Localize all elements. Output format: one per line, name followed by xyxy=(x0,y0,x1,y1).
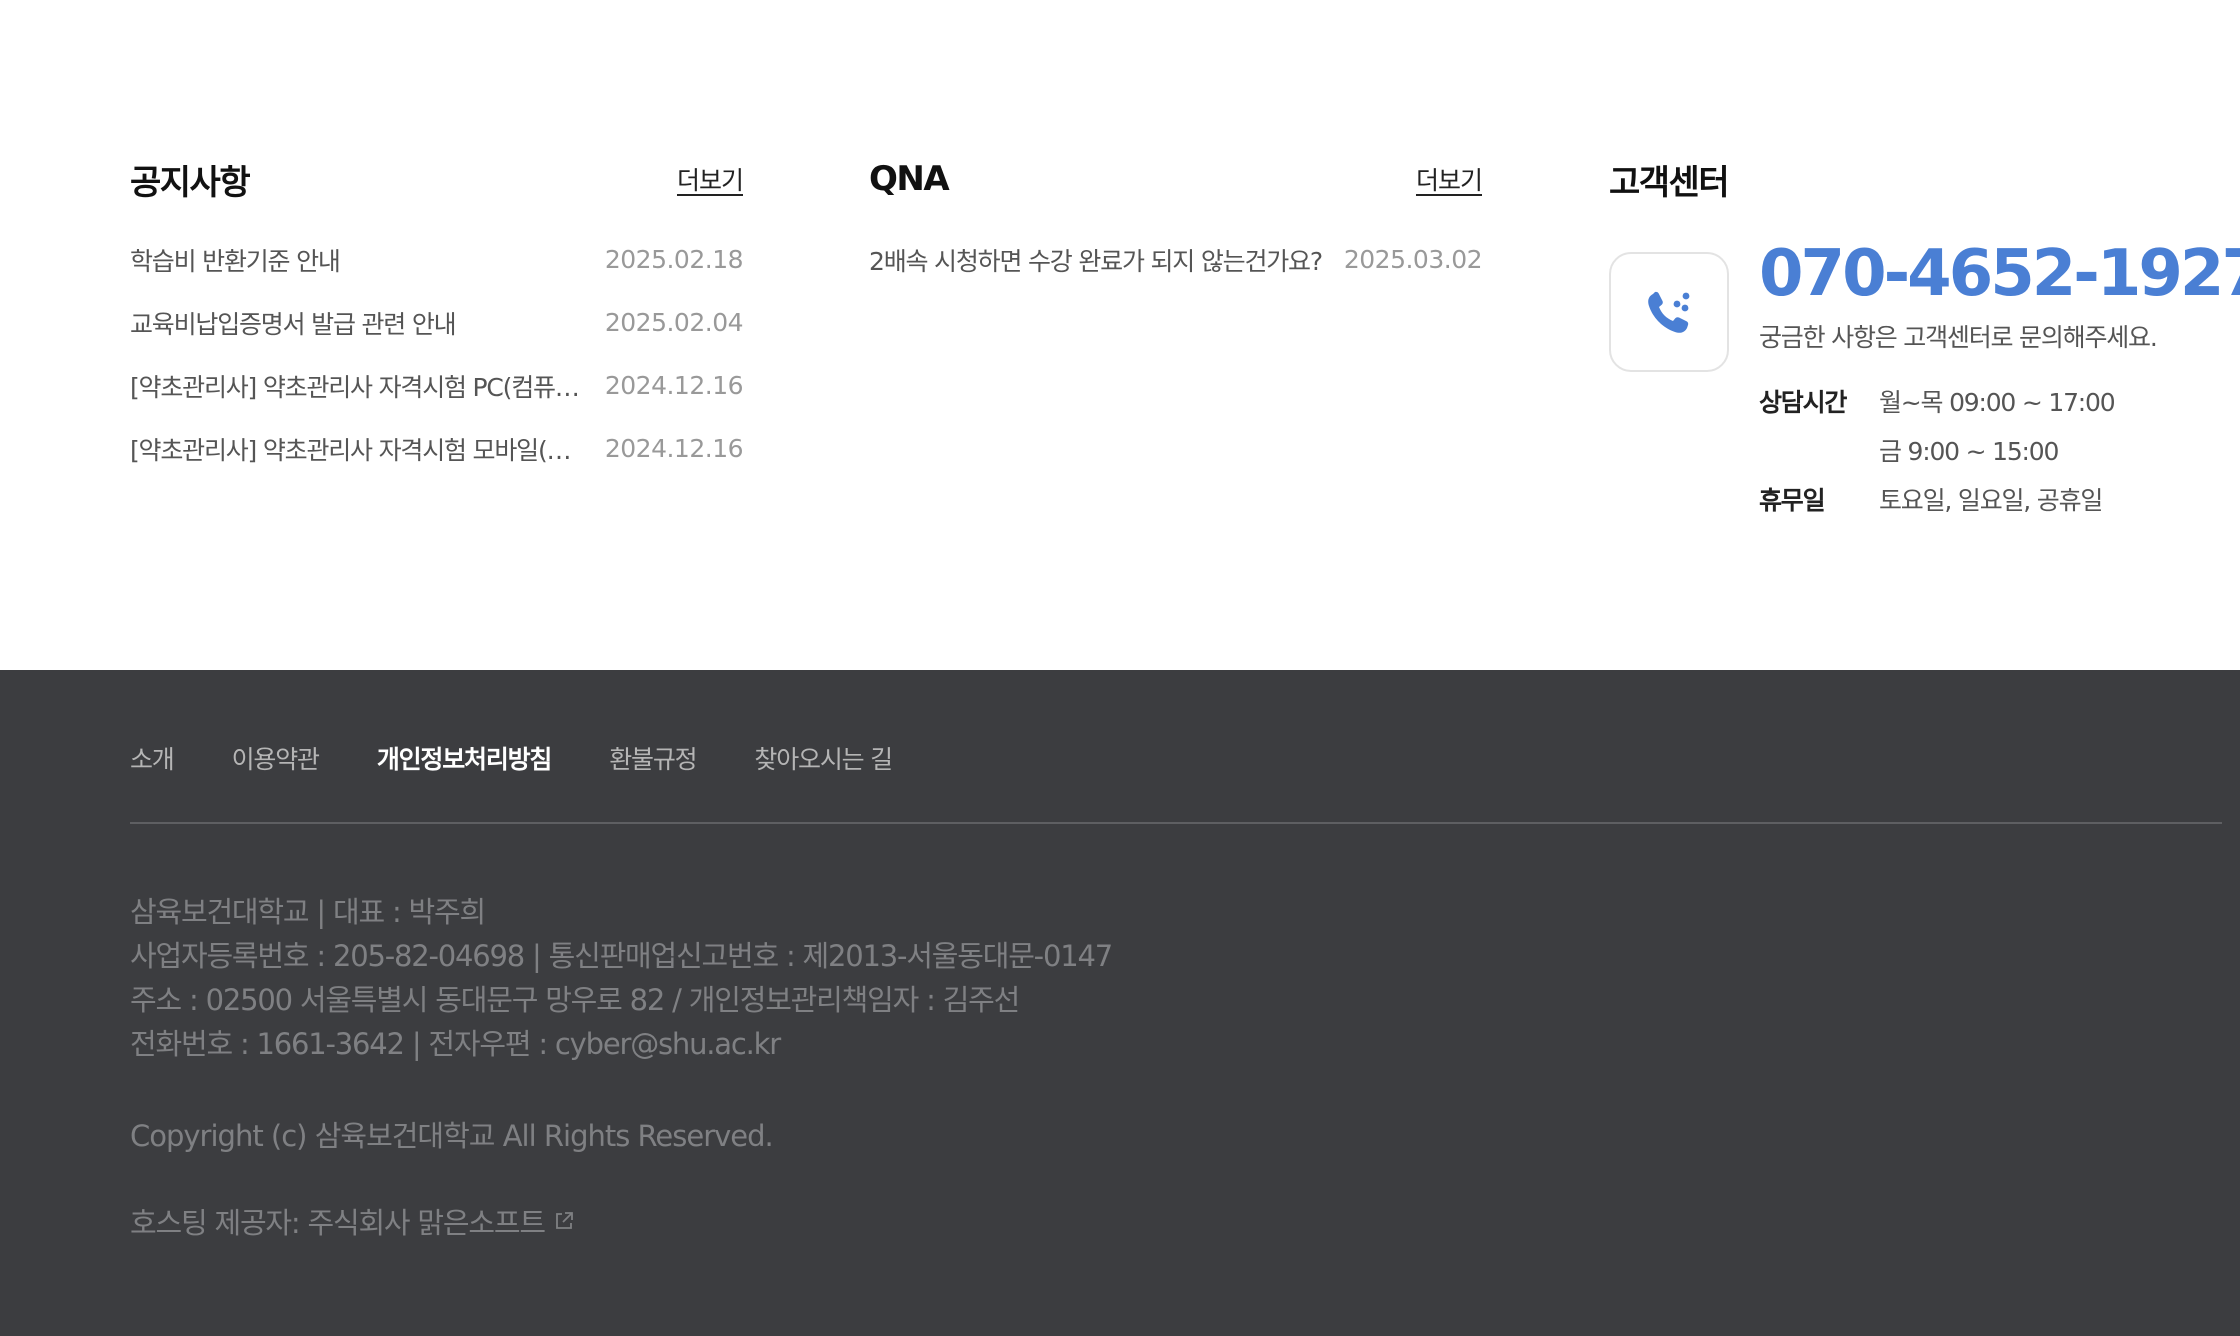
holiday-label: 휴무일 xyxy=(1759,485,1826,515)
notice-header: 공지사항 더보기 xyxy=(130,150,744,208)
notice-more-link[interactable]: 더보기 xyxy=(677,161,744,197)
notice-item-title: 학습비 반환기준 안내 xyxy=(130,246,340,276)
qna-header: QNA 더보기 xyxy=(869,150,1483,208)
notice-item-date: 2024.12.16 xyxy=(604,434,744,463)
hours-weekday: 월~목 09:00 ~ 17:00 xyxy=(1879,387,2116,417)
site-footer: 소개 이용약관 개인정보처리방침 환불규정 찾아오시는 길 삼육보건대학교 | … xyxy=(0,670,2240,1336)
cs-header: 고객센터 xyxy=(1609,150,2209,208)
footer-link-directions[interactable]: 찾아오시는 길 xyxy=(754,740,893,776)
footer-link-terms[interactable]: 이용약관 xyxy=(232,740,320,776)
notice-item[interactable]: [약초관리사] 약초관리사 자격시험 PC(컴퓨터) 2024.12.16 xyxy=(130,354,744,417)
notice-item-date: 2024.12.16 xyxy=(604,371,744,400)
cs-hours: 상담시간 월~목 09:00 ~ 17:00 금 9:00 ~ 15:00 휴무… xyxy=(1759,376,2219,523)
cs-title: 고객센터 xyxy=(1609,162,1730,203)
cs-phone-number[interactable]: 070-4652-1927 xyxy=(1759,236,2240,312)
company-info: 삼육보건대학교 | 대표 : 박주희 사업자등록번호 : 205-82-0469… xyxy=(130,890,1113,1066)
cs-info: 070-4652-1927 궁금한 사항은 고객센터로 문의해주세요. 상담시간… xyxy=(1759,236,2240,523)
company-line: 주소 : 02500 서울특별시 동대문구 망우로 82 / 개인정보관리책임자… xyxy=(130,983,1020,1017)
copyright: Copyright (c) 삼육보건대학교 All Rights Reserve… xyxy=(130,1119,774,1153)
notice-item-title: [약초관리사] 약초관리사 자격시험 모바일(스마트폰) xyxy=(130,435,585,465)
customer-center: 고객센터 070-4652-1927 궁금한 사항은 고객센터로 문의해주세요.… xyxy=(1609,150,2240,536)
hours-row-friday: 금 9:00 ~ 15:00 xyxy=(1759,425,2219,474)
notice-item-date: 2025.02.04 xyxy=(604,308,744,337)
notice-item-title: 교육비납입증명서 발급 관련 안내 xyxy=(130,309,456,339)
notice-title: 공지사항 xyxy=(130,162,251,203)
company-line: 삼육보건대학교 | 대표 : 박주희 xyxy=(130,895,486,929)
hours-label: 상담시간 xyxy=(1759,387,1847,417)
notice-item-title: [약초관리사] 약초관리사 자격시험 PC(컴퓨터) xyxy=(130,372,585,402)
company-line: 사업자등록번호 : 205-82-04698 | 통신판매업신고번호 : 제20… xyxy=(130,939,1113,973)
notice-item[interactable]: 교육비납입증명서 발급 관련 안내 2025.02.04 xyxy=(130,291,744,354)
qna-more-link[interactable]: 더보기 xyxy=(1416,161,1483,197)
footer-divider xyxy=(130,822,2222,824)
qna-item-date: 2025.03.02 xyxy=(1343,245,1483,274)
hours-friday: 금 9:00 ~ 15:00 xyxy=(1879,436,2059,466)
phone-icon xyxy=(1648,291,1690,333)
external-link-icon xyxy=(555,1212,573,1229)
notice-item-date: 2025.02.18 xyxy=(604,245,744,274)
notice-board: 공지사항 더보기 학습비 반환기준 안내 2025.02.18 교육비납입증명서… xyxy=(130,150,744,480)
notice-item[interactable]: [약초관리사] 약초관리사 자격시험 모바일(스마트폰) 2024.12.16 xyxy=(130,417,744,480)
cs-description: 궁금한 사항은 고객센터로 문의해주세요. xyxy=(1759,323,2158,352)
footer-link-about[interactable]: 소개 xyxy=(130,740,175,776)
qna-title: QNA xyxy=(869,159,950,199)
qna-list: 2배속 시청하면 수강 완료가 되지 않는건가요? 2025.03.02 xyxy=(869,228,1483,291)
notice-list: 학습비 반환기준 안내 2025.02.18 교육비납입증명서 발급 관련 안내… xyxy=(130,228,744,480)
footer-link-refund[interactable]: 환불규정 xyxy=(609,740,697,776)
hours-row-holiday: 휴무일 토요일, 일요일, 공휴일 xyxy=(1759,474,2219,523)
hours-row-weekday: 상담시간 월~목 09:00 ~ 17:00 xyxy=(1759,376,2219,425)
qna-item[interactable]: 2배속 시청하면 수강 완료가 되지 않는건가요? 2025.03.02 xyxy=(869,228,1483,291)
qna-item-title: 2배속 시청하면 수강 완료가 되지 않는건가요? xyxy=(869,246,1322,276)
hosting-text: 호스팅 제공자: 주식회사 맑은소프트 xyxy=(130,1206,546,1240)
hosting-link[interactable]: 호스팅 제공자: 주식회사 맑은소프트 xyxy=(130,1200,575,1242)
footer-link-privacy[interactable]: 개인정보처리방침 xyxy=(377,740,553,776)
holiday-value: 토요일, 일요일, 공휴일 xyxy=(1879,485,2103,515)
notice-item[interactable]: 학습비 반환기준 안내 2025.02.18 xyxy=(130,228,744,291)
phone-icon-box xyxy=(1609,252,1729,372)
company-line: 전화번호 : 1661-3642 | 전자우편 : cyber@shu.ac.k… xyxy=(130,1027,781,1061)
footer-nav: 소개 이용약관 개인정보처리방침 환불규정 찾아오시는 길 xyxy=(130,740,893,776)
qna-board: QNA 더보기 2배속 시청하면 수강 완료가 되지 않는건가요? 2025.0… xyxy=(869,150,1483,291)
cs-body: 070-4652-1927 궁금한 사항은 고객센터로 문의해주세요. 상담시간… xyxy=(1609,236,2240,536)
board-section: 공지사항 더보기 학습비 반환기준 안내 2025.02.18 교육비납입증명서… xyxy=(0,0,2240,670)
